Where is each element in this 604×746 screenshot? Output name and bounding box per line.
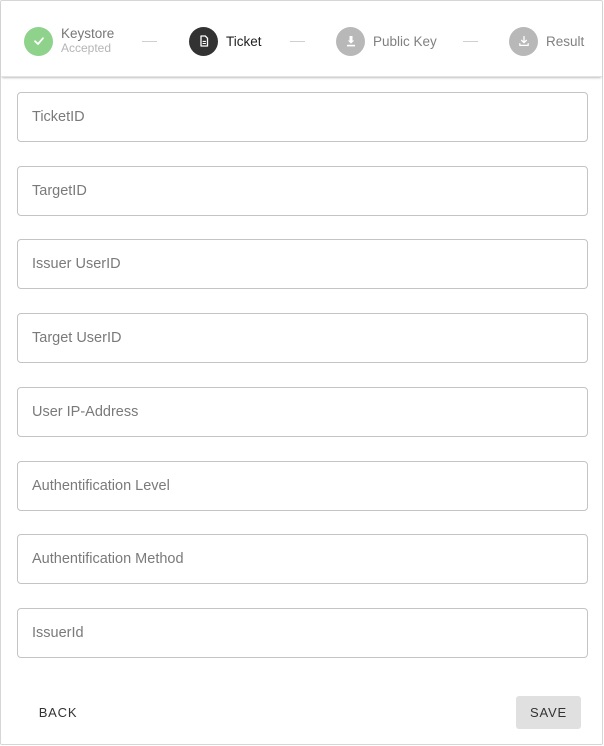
key-download-icon xyxy=(336,26,365,56)
target-user-id-input[interactable] xyxy=(18,314,587,362)
stepper-form-card: Keystore Accepted Ticket Public Key Resu… xyxy=(0,0,603,745)
target-id-field xyxy=(17,166,588,216)
authentification-method-field xyxy=(17,534,588,584)
issuer-id-field xyxy=(17,608,588,658)
authentification-level-field xyxy=(17,461,588,511)
target-user-id-field xyxy=(17,313,588,363)
download-icon xyxy=(509,26,538,56)
back-button[interactable]: BACK xyxy=(24,696,92,729)
user-ip-address-input[interactable] xyxy=(18,388,587,436)
save-button[interactable]: SAVE xyxy=(516,696,581,729)
step-keystore[interactable]: Keystore Accepted xyxy=(24,26,114,56)
step-ticket[interactable]: Ticket xyxy=(189,26,262,56)
issuer-user-id-field xyxy=(17,239,588,289)
check-icon xyxy=(24,26,53,56)
authentification-method-input[interactable] xyxy=(18,535,587,583)
authentification-level-input[interactable] xyxy=(18,462,587,510)
ticket-id-input[interactable] xyxy=(18,93,587,141)
stepper: Keystore Accepted Ticket Public Key Resu… xyxy=(1,1,602,77)
issuer-id-input[interactable] xyxy=(18,609,587,657)
step-public-key[interactable]: Public Key xyxy=(336,26,437,56)
ticket-id-field xyxy=(17,92,588,142)
target-id-input[interactable] xyxy=(18,167,587,215)
step-label-keystore: Keystore xyxy=(61,26,115,41)
step-connector xyxy=(463,41,478,42)
step-connector xyxy=(142,41,157,42)
issuer-user-id-input[interactable] xyxy=(18,240,587,288)
user-ip-address-field xyxy=(17,387,588,437)
step-result[interactable]: Result xyxy=(509,26,584,56)
step-sublabel-keystore: Accepted xyxy=(61,41,112,55)
step-label-public-key: Public Key xyxy=(373,33,437,49)
step-connector xyxy=(290,41,305,42)
step-label-ticket: Ticket xyxy=(226,33,262,49)
document-icon xyxy=(189,26,218,56)
step-label-result: Result xyxy=(546,33,585,49)
